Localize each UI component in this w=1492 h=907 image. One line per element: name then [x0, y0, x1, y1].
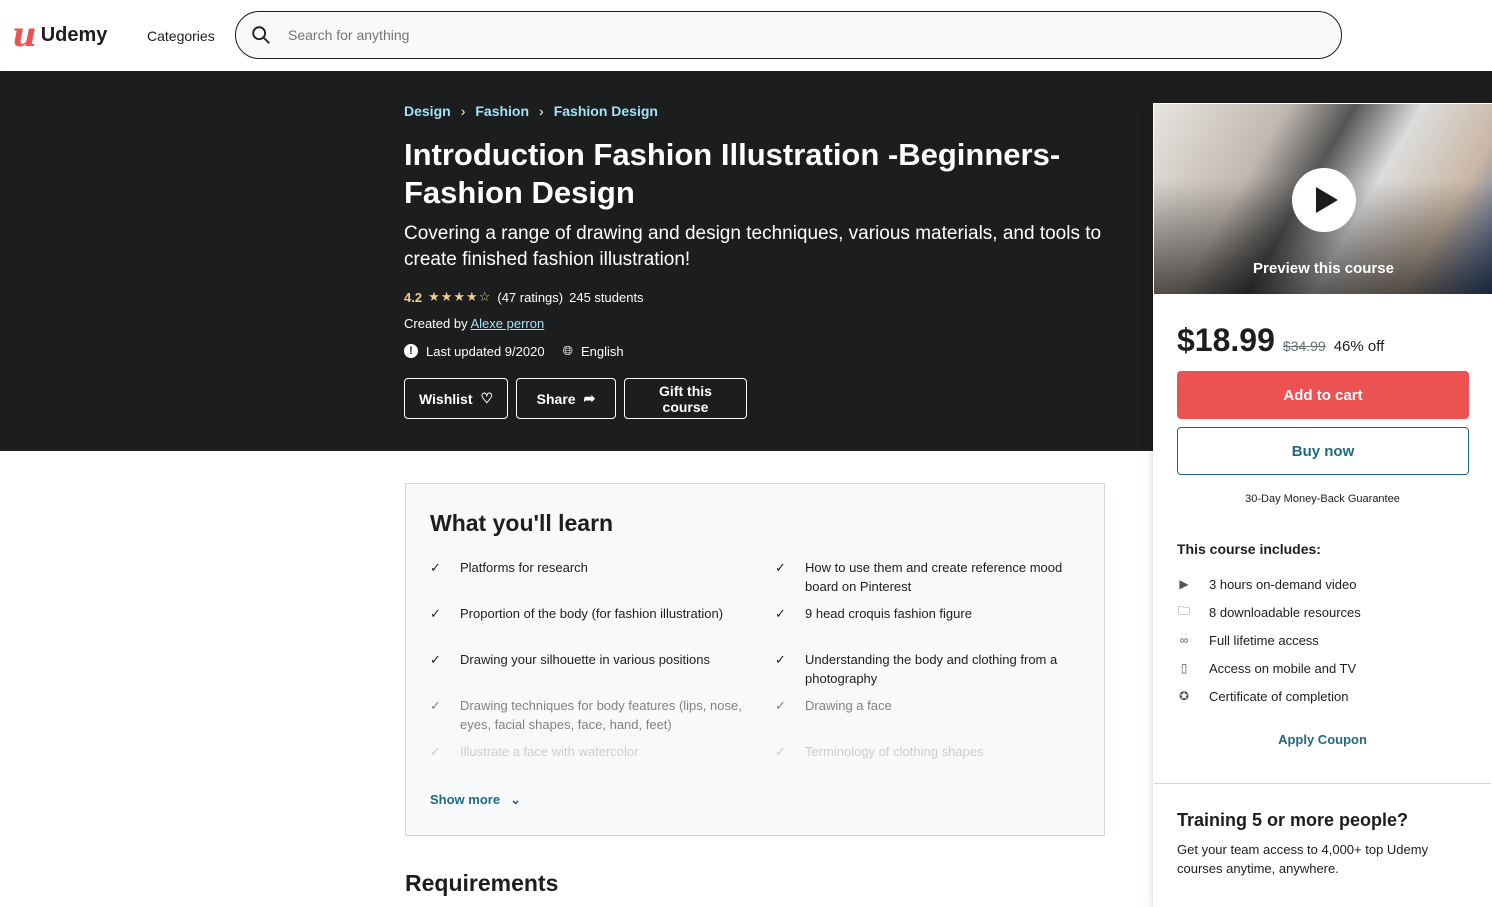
show-more-button[interactable]: Show more ⌄: [430, 792, 521, 808]
alert-icon: !: [404, 344, 418, 358]
chevron-right-icon: ›: [460, 103, 466, 119]
check-icon: ✓: [775, 652, 786, 667]
money-back-guarantee: 30-Day Money-Back Guarantee: [1245, 493, 1400, 505]
check-icon: ✓: [430, 652, 441, 667]
course-subtitle: Covering a range of drawing and design t…: [404, 223, 1102, 270]
divider: [1154, 783, 1491, 784]
includes-list: ▶︎ 3 hours on-demand video 🗀︎ 8 downloadab…: [1177, 570, 1361, 710]
list-item: ✓ Drawing techniques for body features (l…: [430, 696, 745, 742]
language: English: [580, 343, 624, 359]
list-item: ✓ Terminology of clothing shapes: [775, 742, 1090, 788]
check-icon: ✓: [775, 606, 786, 621]
purchase-sidebar: Preview this course $18.99 $34.99 46% of…: [1153, 103, 1492, 907]
play-icon[interactable]: [1292, 168, 1356, 232]
check-icon: ✓: [775, 744, 786, 759]
rating-value: 4.2: [404, 289, 423, 305]
search-bar[interactable]: [235, 11, 1342, 59]
breadcrumb-fashion-design[interactable]: Fashion Design: [554, 103, 658, 119]
author-link[interactable]: Alexe perron: [471, 316, 545, 331]
download-folder-icon: 🗀︎: [1177, 603, 1190, 618]
created-by: Created by Alexe perron: [404, 316, 545, 331]
list-item: 🗀︎ 8 downloadable resources: [1177, 598, 1361, 626]
top-header: u Udemy Categories: [0, 0, 1492, 71]
learn-title: What you'll learn: [430, 510, 614, 536]
what-youll-learn: What you'll learn ✓ Platforms for researc…: [405, 483, 1105, 836]
share-arrow-icon: ➦: [583, 390, 596, 406]
check-icon: ✓: [430, 698, 441, 713]
heart-icon: ♡: [480, 390, 494, 406]
certificate-icon: ✪: [1178, 689, 1190, 703]
original-price: $34.99: [1282, 338, 1326, 354]
mobile-icon: ▯: [1180, 661, 1188, 675]
list-item: ✓ Drawing a face: [775, 696, 1090, 742]
search-icon: [252, 26, 270, 44]
list-item: ✓ Platforms for research: [430, 558, 745, 604]
page-title: Introduction Fashion Illustration -Begin…: [404, 137, 1061, 210]
check-icon: ✓: [430, 606, 441, 621]
ratings-count[interactable]: (47 ratings): [497, 290, 563, 305]
chevron-down-icon: ⌄: [510, 792, 521, 807]
buy-now-button[interactable]: Buy now: [1177, 427, 1469, 475]
course-preview[interactable]: Preview this course: [1154, 104, 1492, 294]
list-item: ✪ Certificate of completion: [1178, 688, 1349, 704]
includes-title: This course includes:: [1177, 541, 1321, 557]
search-input[interactable]: [288, 27, 1188, 43]
globe-icon: 🌐︎: [562, 343, 573, 358]
requirements-title: Requirements: [405, 870, 559, 896]
students-count: 245 students: [569, 289, 644, 305]
check-icon: ✓: [775, 698, 786, 713]
list-item: ✓ Illustrate a face with watercolor: [430, 742, 745, 788]
training-title: Training 5 or more people?: [1177, 810, 1409, 830]
udemy-logo[interactable]: u Udemy: [12, 18, 107, 52]
discount: 46% off: [1333, 338, 1385, 355]
list-item: ✓ How to use them and create reference mo…: [775, 558, 1090, 604]
list-item: ✓ Drawing your silhouette in various posi…: [430, 650, 745, 696]
breadcrumb: Design › Fashion › Fashion Design: [404, 103, 658, 119]
apply-coupon-link[interactable]: Apply Coupon: [1154, 732, 1491, 747]
list-item: ∞ Full lifetime access: [1177, 626, 1361, 654]
rating-row: 4.2 ★★★★☆ (47 ratings) 245 students: [404, 289, 644, 305]
last-updated: Last updated 9/2020: [426, 343, 545, 359]
check-icon: ✓: [430, 744, 441, 759]
list-item: ✓ 9 head croquis fashion figure: [775, 604, 1090, 650]
check-icon: ✓: [775, 560, 786, 575]
list-item: ✓ Understanding the body and clothing fro…: [775, 650, 1090, 696]
chevron-right-icon: ›: [539, 103, 544, 119]
list-item: ✓ Proportion of the body (for fashion ill…: [430, 604, 745, 650]
price-row: $18.99 $34.99 46% off: [1177, 322, 1384, 359]
current-price: $18.99: [1177, 322, 1275, 358]
categories-menu[interactable]: Categories: [147, 28, 215, 44]
preview-label: Preview this course: [1253, 260, 1394, 277]
check-icon: ✓: [430, 560, 441, 575]
course-meta: ! Last updated 9/2020 🌐︎ English: [404, 343, 624, 359]
wishlist-button[interactable]: Wishlist ♡: [404, 378, 508, 419]
star-rating-icon: ★★★★☆: [428, 289, 492, 304]
list-item: ▯ Access on mobile and TV: [1177, 654, 1361, 682]
list-item: ▶︎ 3 hours on-demand video: [1177, 570, 1361, 598]
video-icon: ▶︎: [1179, 577, 1189, 591]
infinity-icon: ∞: [1179, 633, 1189, 647]
gift-course-button[interactable]: Gift this course: [624, 378, 747, 419]
breadcrumb-design[interactable]: Design: [404, 103, 451, 119]
breadcrumb-fashion[interactable]: Fashion: [475, 103, 529, 119]
share-button[interactable]: Share ➦: [516, 378, 616, 419]
add-to-cart-button[interactable]: Add to cart: [1177, 371, 1469, 419]
training-text: Get your team access to 4,000+ top Udemy…: [1177, 842, 1429, 876]
